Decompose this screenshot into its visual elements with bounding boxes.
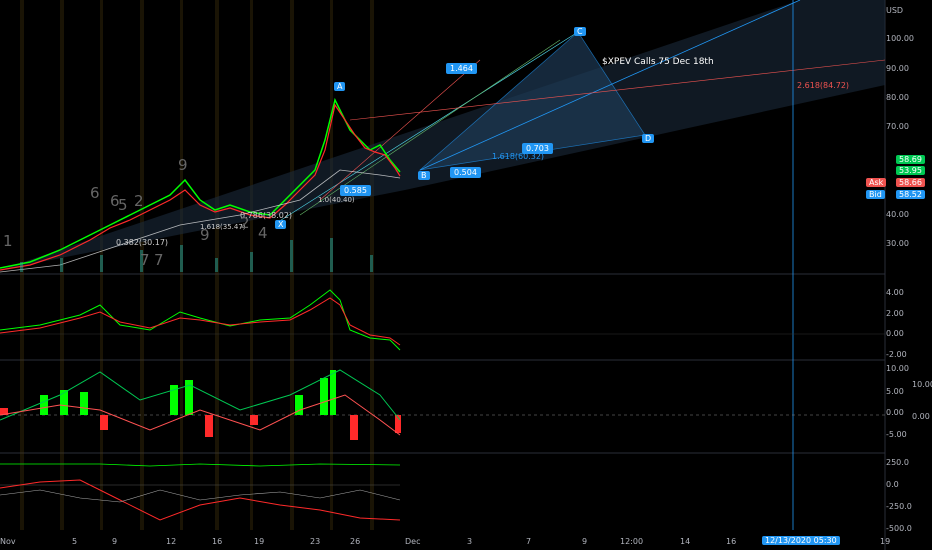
- x-tick: 12: [166, 537, 177, 546]
- x-tick: 7: [526, 537, 532, 546]
- fib-label: 1.0(40.40): [318, 196, 355, 204]
- osc3-tick: 250.0: [886, 458, 909, 467]
- osc3-tick: 0.0: [886, 480, 899, 489]
- price-tick: 80.00: [886, 93, 909, 102]
- wave-a-label[interactable]: A: [334, 82, 346, 91]
- elliott-count: 2: [240, 214, 250, 232]
- wave-b-label[interactable]: B: [418, 171, 430, 180]
- price-tick: 30.00: [886, 239, 909, 248]
- osc2-tick: 0.00: [886, 408, 904, 417]
- elliott-count: 9: [200, 226, 210, 244]
- elliott-count: 6: [90, 184, 100, 202]
- price-tick: 70.00: [886, 122, 909, 131]
- osc3-tick: -500.0: [886, 524, 912, 533]
- osc1-tick: -2.00: [886, 350, 907, 359]
- osc2-right-tick: 10.00: [912, 380, 932, 389]
- x-tick: 19: [880, 537, 891, 546]
- x-tick: 5: [72, 537, 78, 546]
- wave-d-label[interactable]: D: [642, 134, 655, 143]
- chart-canvas[interactable]: [0, 0, 932, 550]
- x-tick: 9: [582, 537, 588, 546]
- x-tick: 16: [726, 537, 737, 546]
- elliott-count: 5: [118, 196, 128, 214]
- elliott-count: 7: [154, 251, 164, 269]
- ratio-label[interactable]: 1.464: [446, 63, 477, 74]
- elliott-count: 1: [3, 232, 13, 250]
- x-tick: Dec: [405, 537, 421, 546]
- x-tick: 26: [350, 537, 361, 546]
- elliott-count: 2: [134, 192, 144, 210]
- price-tick: 100.00: [886, 34, 914, 43]
- pitchfork-channel: [0, 0, 886, 530]
- x-tick: 3: [467, 537, 473, 546]
- bid-label: Bid: [866, 190, 885, 199]
- x-tick: 12:00: [620, 537, 644, 546]
- osc1-tick: 4.00: [886, 288, 904, 297]
- trade-annotation[interactable]: $XPEV Calls 75 Dec 18th: [602, 57, 714, 68]
- cursor-date-tag: 12/13/2020 05:30: [762, 536, 840, 545]
- fib-label: 0.382(30.17): [116, 238, 169, 247]
- session-stripes: [20, 0, 374, 530]
- osc2-tick: 10.00: [886, 364, 909, 373]
- x-tick: 16: [212, 537, 223, 546]
- bid-price-tag: 58.52: [896, 190, 925, 199]
- osc2-tick: 5.00: [886, 387, 904, 396]
- second-price-tag: 53.95: [896, 166, 925, 175]
- oscillator-1: [0, 289, 885, 351]
- wave-c-label[interactable]: C: [574, 27, 586, 36]
- last-price-tag: 58.69: [896, 155, 925, 164]
- price-tick: 40.00: [886, 210, 909, 219]
- osc1-tick: 0.00: [886, 329, 904, 338]
- x-tick: 19: [254, 537, 265, 546]
- elliott-count: 9: [178, 156, 188, 174]
- ask-price-tag: 58.66: [896, 178, 925, 187]
- ratio-label[interactable]: 0.504: [450, 167, 481, 178]
- x-tick: 23: [310, 537, 321, 546]
- elliott-count: 7: [140, 251, 150, 269]
- x-tick: 14: [680, 537, 691, 546]
- price-tick: 90.00: [886, 64, 909, 73]
- fib-label: 2.618(84.72): [797, 81, 850, 90]
- osc3-tick: -250.0: [886, 502, 912, 511]
- wave-x-label[interactable]: X: [275, 220, 287, 229]
- ask-label: Ask: [866, 178, 887, 187]
- x-tick: Nov: [0, 537, 16, 546]
- osc2-right-tick: 0.00: [912, 412, 930, 421]
- fib-label: 1.618(60.32): [492, 152, 545, 161]
- osc1-tick: 2.00: [886, 309, 904, 318]
- x-tick: 9: [112, 537, 118, 546]
- currency-label: USD: [886, 6, 904, 15]
- elliott-count: 4: [258, 224, 268, 242]
- osc2-tick: -5.00: [886, 430, 907, 439]
